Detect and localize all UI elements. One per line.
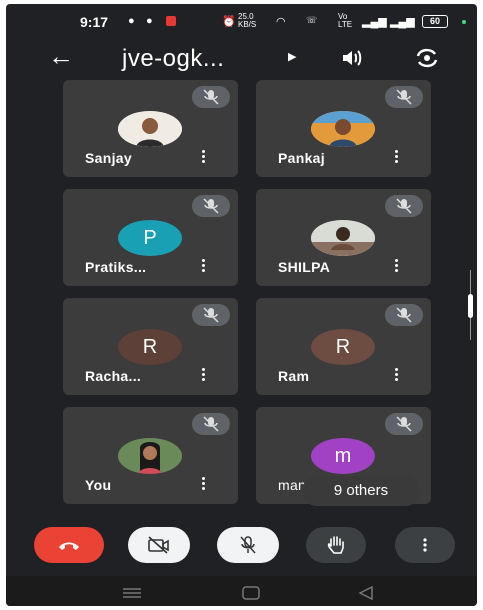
battery-icon: 60 xyxy=(422,15,448,28)
scroll-thumb[interactable] xyxy=(468,294,473,318)
participant-tile[interactable]: Sanjay xyxy=(63,80,238,177)
raise-hand-icon xyxy=(327,536,344,554)
avatar xyxy=(118,111,182,147)
app-icon xyxy=(166,16,176,26)
participant-tile[interactable]: You xyxy=(63,407,238,504)
participant-name: Sanjay xyxy=(85,150,132,166)
camera-off-icon xyxy=(148,536,169,554)
scrollbar[interactable] xyxy=(468,270,473,340)
call-icon: ☏ xyxy=(306,15,318,25)
privacy-dot xyxy=(462,20,466,24)
participant-name: SHILPA xyxy=(278,259,331,275)
volte-icon: Vo LTE xyxy=(338,12,353,29)
mic-off-icon xyxy=(192,195,230,217)
notification-icon: ● xyxy=(146,15,153,27)
more-vert-icon[interactable] xyxy=(201,368,207,384)
participant-name: Pratiks... xyxy=(85,259,147,275)
avatar-letter: P xyxy=(118,220,182,256)
participant-name: Pankaj xyxy=(278,150,325,166)
mic-toggle-button[interactable] xyxy=(217,527,279,563)
avatar xyxy=(311,220,375,256)
mic-off-icon xyxy=(192,304,230,326)
more-vert-icon[interactable] xyxy=(394,150,400,166)
participant-tile[interactable]: P Pratiks... xyxy=(63,189,238,286)
more-vert-icon[interactable] xyxy=(201,477,207,493)
mic-off-icon xyxy=(385,304,423,326)
avatar-letter: R xyxy=(118,329,182,365)
expand-arrow-icon[interactable]: ▶ xyxy=(288,50,296,63)
participant-name: Ram xyxy=(278,368,310,384)
camera-toggle-button[interactable] xyxy=(128,527,190,563)
mic-off-icon xyxy=(240,536,256,554)
net-speed: 25.0 KB/S xyxy=(238,12,257,29)
meeting-header: ← jve-ogk... ▶ xyxy=(6,38,477,78)
camera-switch-icon[interactable] xyxy=(414,46,440,70)
mic-off-icon xyxy=(192,413,230,435)
home-icon[interactable] xyxy=(242,586,260,600)
android-nav-bar xyxy=(6,576,477,606)
end-call-icon xyxy=(59,542,79,550)
wifi-icon: ◠ xyxy=(276,16,286,28)
more-vert-icon xyxy=(423,538,427,552)
status-time: 9:17 xyxy=(80,14,109,30)
phone-screen: 9:17 ● ● ⏰ 25.0 KB/S ◠ ☏ Vo LTE ▂▄▆ ▂▄▆ 60… xyxy=(6,4,477,606)
raise-hand-button[interactable] xyxy=(306,527,366,563)
signal-icon: ▂▄▆ xyxy=(362,16,387,28)
arrow-left-icon[interactable]: ← xyxy=(48,42,74,70)
avatar xyxy=(311,111,375,147)
participant-name: You xyxy=(85,477,112,493)
more-vert-icon[interactable] xyxy=(201,150,207,166)
mic-off-icon xyxy=(192,86,230,108)
participant-tile[interactable]: R Racha... xyxy=(63,298,238,395)
meeting-title[interactable]: jve-ogk... xyxy=(122,45,224,73)
more-vert-icon[interactable] xyxy=(394,368,400,384)
participant-tile[interactable]: SHILPA xyxy=(256,189,431,286)
end-call-button[interactable] xyxy=(34,527,104,563)
menu-icon[interactable] xyxy=(122,587,142,599)
speaker-icon[interactable] xyxy=(340,46,364,70)
signal-icon: ▂▄▆ xyxy=(390,16,415,28)
participant-tile[interactable]: R Ram xyxy=(256,298,431,395)
notification-icon: ● xyxy=(128,15,135,27)
avatar-letter: m xyxy=(311,438,375,474)
mic-off-icon xyxy=(385,86,423,108)
mic-off-icon xyxy=(385,195,423,217)
more-vert-icon[interactable] xyxy=(201,259,207,275)
status-bar: 9:17 ● ● ⏰ 25.0 KB/S ◠ ☏ Vo LTE ▂▄▆ ▂▄▆ 60 xyxy=(6,4,477,38)
others-chip[interactable]: 9 others xyxy=(302,476,420,506)
alarm-icon: ⏰ xyxy=(222,16,236,28)
avatar xyxy=(118,438,182,474)
more-vert-icon[interactable] xyxy=(394,259,400,275)
mic-off-icon xyxy=(385,413,423,435)
avatar-letter: R xyxy=(311,329,375,365)
participant-name: Racha... xyxy=(85,368,142,384)
more-options-button[interactable] xyxy=(395,527,455,563)
back-icon[interactable] xyxy=(358,586,374,600)
participant-tile[interactable]: Pankaj xyxy=(256,80,431,177)
